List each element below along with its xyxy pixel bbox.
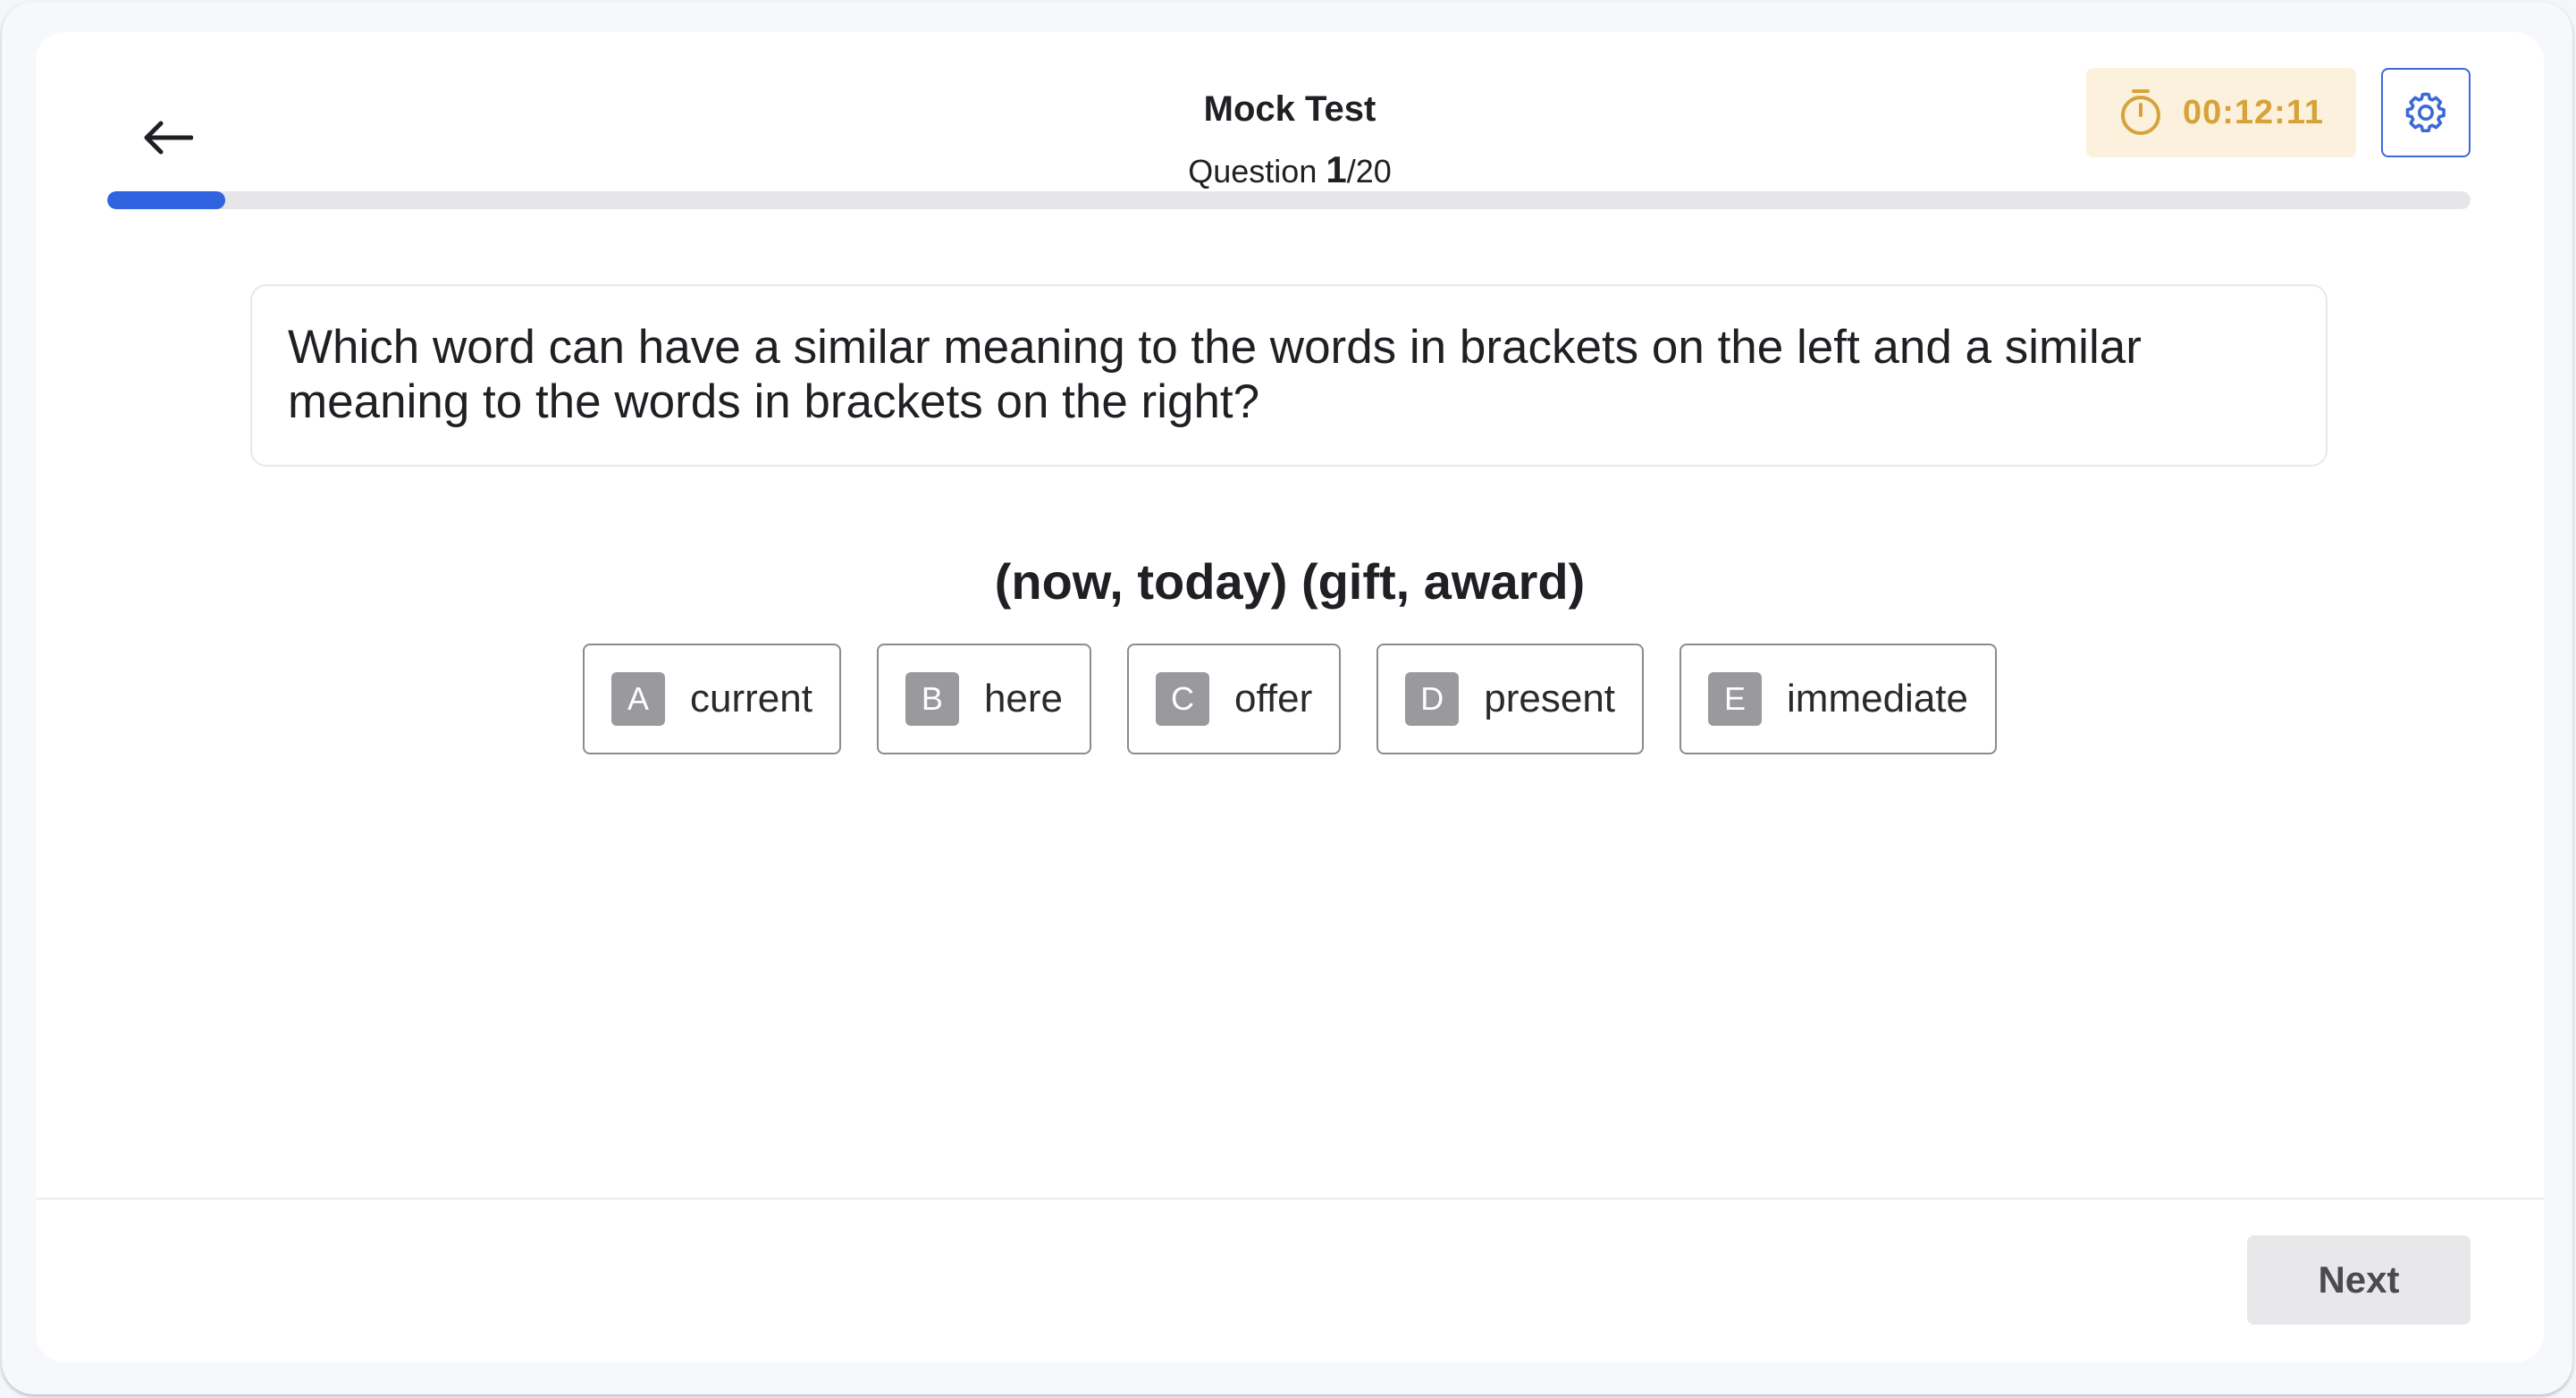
answer-option-c[interactable]: Coffer [1127,644,1342,754]
progress-bar [107,191,2471,209]
option-text: immediate [1787,677,1968,720]
question-counter-label: Question [1188,153,1326,189]
option-letter-badge: A [610,672,665,726]
answer-option-a[interactable]: Acurrent [582,644,841,754]
option-text: current [689,677,812,720]
answer-option-e[interactable]: Eimmediate [1679,644,1997,754]
timer-badge: 00:12:11 [2086,68,2356,157]
total-questions: /20 [1346,153,1392,189]
option-text: offer [1234,677,1313,720]
option-letter-badge: C [1156,672,1210,726]
quiz-card: Mock Test Question 1/20 00:12:11 Which w… [36,32,2544,1362]
option-letter-badge: E [1708,672,1763,726]
settings-button[interactable] [2381,68,2471,157]
answer-options: Acurrent Bhere Coffer Dpresent Eimmediate [36,644,2544,754]
option-text: here [983,677,1064,720]
current-question-number: 1 [1326,148,1347,190]
question-words: (now, today) (gift, award) [994,553,1586,610]
option-text: present [1484,677,1616,720]
question-text: Which word can have a similar meaning to… [288,321,2142,428]
stopwatch-icon [2120,89,2160,135]
answer-option-d[interactable]: Dpresent [1376,644,1645,754]
answer-option-b[interactable]: Bhere [876,644,1092,754]
app-frame: Mock Test Question 1/20 00:12:11 Which w… [2,2,2572,1394]
option-letter-badge: B [905,672,959,726]
timer-value: 00:12:11 [2182,93,2324,131]
footer-divider [36,1198,2544,1200]
gear-icon [2405,92,2446,133]
option-letter-badge: D [1405,672,1460,726]
progress-bar-fill [107,191,226,209]
next-button[interactable]: Next [2247,1235,2471,1325]
question-box: Which word can have a similar meaning to… [250,284,2328,467]
